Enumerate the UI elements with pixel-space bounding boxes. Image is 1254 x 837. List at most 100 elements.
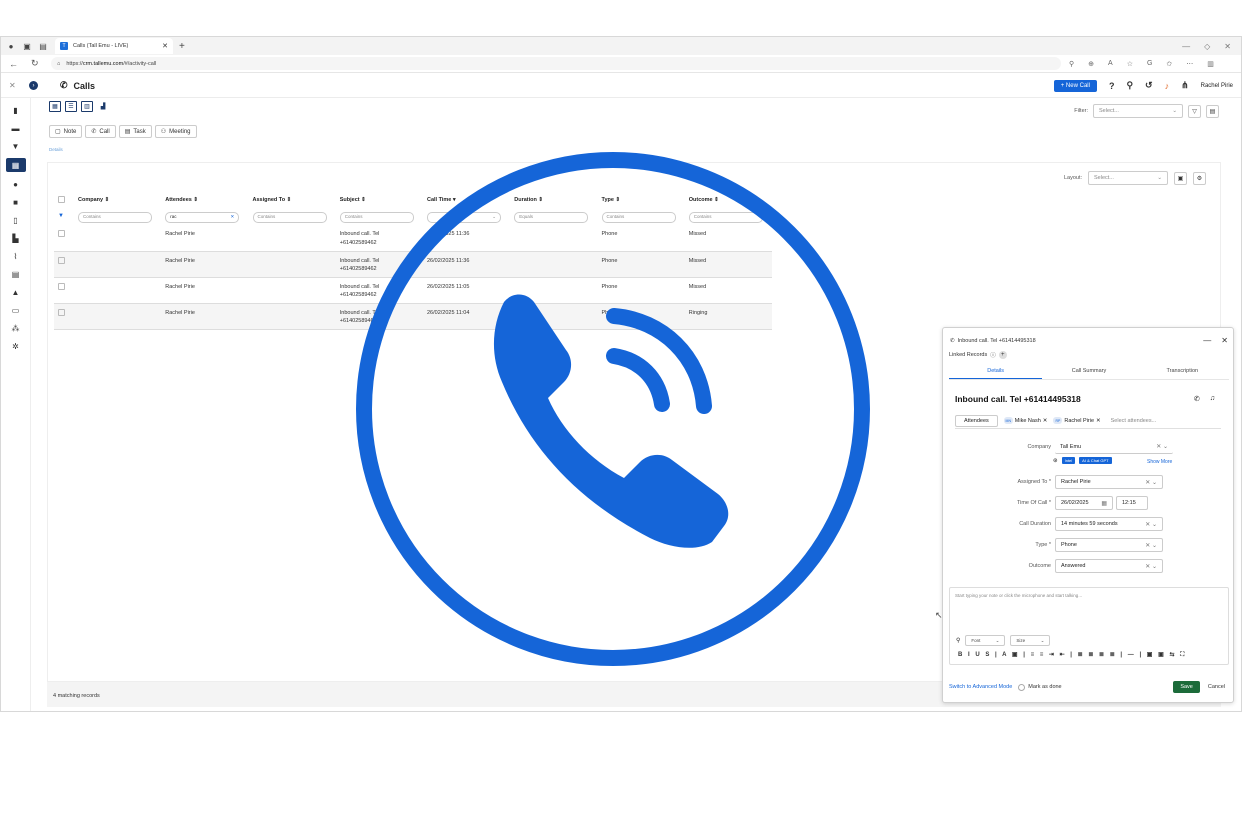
tab-call-summary[interactable]: Call Summary [1042,368,1135,379]
collapse-sidebar-icon[interactable]: › [29,81,38,90]
read-aloud-icon[interactable]: A [1108,60,1113,68]
close-window-icon[interactable]: ✕ [1224,42,1231,51]
history-icon[interactable]: ↺ [1145,80,1153,91]
sidebar-clipboard-icon[interactable]: ▤ [10,268,22,280]
close-icon[interactable]: ✕ [1221,336,1228,345]
clear-chevron-icon[interactable]: ✕ ⌄ [1145,542,1157,549]
sidebar-filter-icon[interactable]: ▼ [10,140,22,152]
filter-select[interactable]: Select... ⌄ [1093,104,1183,118]
call-title[interactable]: Inbound call. Tel +61414495318 [955,394,1081,404]
favorites-icon[interactable]: ✩ [1166,60,1172,68]
clear-filter-icon[interactable]: ✕ [230,214,234,221]
filter-funnel-icon[interactable]: ▼ [58,213,64,219]
font-select[interactable]: Font ⌄ [965,635,1006,646]
column-header-attendees[interactable]: Attendees ⇕ [161,191,248,209]
clear-chevron-icon[interactable]: ✕ ⌄ [1156,443,1168,450]
sidebar-chart-icon[interactable]: ⌇ [10,250,22,262]
export-icon[interactable]: ▤ [1206,104,1219,118]
calendar-icon[interactable]: ▦ [1101,500,1107,507]
meeting-button[interactable]: ⚇ Meeting [154,125,197,138]
column-header-assigned[interactable]: Assigned To ⇕ [249,191,336,209]
sparkle-icon[interactable]: ⊛ [1053,458,1058,464]
save-layout-icon[interactable]: ▣ [1174,171,1187,185]
gear-icon[interactable]: ⚙ [1193,171,1206,185]
bell-icon[interactable]: ♫ [1210,395,1215,403]
restore-icon[interactable]: ◇ [1204,42,1210,51]
sidebar-report-icon[interactable]: ▭ [10,304,22,316]
details-link[interactable]: Details [49,147,63,152]
minimize-icon[interactable]: — [1182,42,1190,51]
microphone-icon[interactable]: ⚲ [956,637,960,644]
duration-select[interactable]: 14 minutes 59 seconds ✕ ⌄ [1055,517,1163,531]
clear-chevron-icon[interactable]: ✕ ⌄ [1145,521,1157,528]
back-icon[interactable]: ← [9,59,23,69]
column-header-company[interactable]: Company ⇕ [74,191,161,209]
sidebar-calendar-icon[interactable]: ▦ [5,158,26,172]
sidebar-contacts-icon[interactable]: ▬ [10,122,22,134]
filter-input-attendees[interactable]: rac ✕ [165,211,240,223]
kanban-view-icon[interactable]: ▥ [81,101,93,112]
assigned-select[interactable]: Rachel Pirie ✕ ⌄ [1055,475,1163,489]
app-logo-icon[interactable]: ✕ [9,81,23,90]
tab-actions-icon[interactable]: ▤ [37,40,49,52]
editor-format-toolbar[interactable]: B I U S | A ▣ | ≡ ≡ ⇥ ⇤ | ≣ ≣ ≣ ≣ | — | … [958,651,1186,659]
chart-view-icon[interactable]: ▟ [97,101,109,112]
filter-input-company[interactable]: Contains [78,211,152,223]
note-button[interactable]: ▢ Note [49,125,83,138]
filter-input-assigned[interactable]: Contains [252,211,327,223]
address-bar[interactable]: ⌂ https://crm.tallemu.com/#/activity-cal… [51,57,1061,70]
clock-input[interactable]: 12:15 [1116,496,1148,510]
outcome-select[interactable]: Answered ✕ ⌄ [1055,559,1163,573]
date-input[interactable]: 26/02/2025 ▦ [1055,496,1113,510]
extension-icon[interactable]: G [1147,60,1152,68]
pin-icon[interactable]: ⚲ [1126,80,1133,91]
mark-done-radio[interactable] [1018,683,1026,691]
tab-details[interactable]: Details [949,368,1043,379]
refresh-icon[interactable]: ↻ [31,58,45,69]
row-checkbox[interactable] [58,256,65,264]
show-more-link[interactable]: Show More [1147,459,1172,465]
browser-tab[interactable]: T Calls (Tall Emu - LIVE) ✕ [55,38,173,54]
close-tab-icon[interactable]: ✕ [162,42,168,50]
layout-select[interactable]: Select... ⌄ [1088,171,1168,185]
call-button[interactable]: ✆ Call [85,125,116,138]
type-select[interactable]: Phone ✕ ⌄ [1055,538,1163,552]
clear-chevron-icon[interactable]: ✕ ⌄ [1145,563,1157,570]
attendee-chip[interactable]: RP Rachel Pirie ✕ [1053,417,1101,424]
sidebar-coin-icon[interactable]: ● [10,178,22,190]
row-checkbox[interactable] [58,282,65,290]
attendee-chip[interactable]: MN Mike Nash ✕ [1003,417,1048,424]
sidebar-briefcase-icon[interactable]: ■ [10,196,22,208]
new-tab-icon[interactable]: + [179,41,185,52]
favorite-star-icon[interactable]: ☆ [1127,60,1133,68]
task-button[interactable]: ▤ Task [118,125,152,138]
sidebar-toggle-icon[interactable]: ▥ [1207,60,1214,68]
extensions-icon[interactable]: ⋯ [1186,60,1193,68]
sidebar-document-icon[interactable]: ▯ [10,214,22,226]
save-button[interactable]: Save [1173,681,1200,693]
attendees-button[interactable]: Attendees [955,414,998,427]
select-all-checkbox[interactable] [58,195,65,203]
attendees-input[interactable]: Select attendees... [1111,418,1157,424]
sidebar-factory-icon[interactable]: ▙ [10,232,22,244]
ai-chatgpt-pill[interactable]: AI & Chat GPT [1079,457,1112,464]
clear-chevron-icon[interactable]: ✕ ⌄ [1145,479,1157,486]
org-chart-icon[interactable]: ⋔ [1181,80,1189,91]
size-select[interactable]: Size ⌄ [1010,635,1051,646]
intel-pill[interactable]: Intel [1061,457,1076,464]
phone-ringing-icon[interactable]: ✆ [1194,395,1200,403]
sidebar-settings-icon[interactable]: ✲ [10,340,22,352]
calendar-view-icon[interactable]: ▦ [49,101,61,112]
minimize-icon[interactable]: — [1203,336,1211,345]
company-select[interactable]: Tall Emu ✕ ⌄ [1055,440,1173,454]
sidebar-people-icon[interactable]: ⁂ [10,322,22,334]
new-call-button[interactable]: + New Call [1053,79,1097,92]
user-name[interactable]: Rachel Pirie [1201,83,1233,89]
list-view-icon[interactable]: ☰ [65,101,77,112]
notifications-icon[interactable]: ♪ [1165,81,1170,91]
remove-attendee-icon[interactable]: ✕ [1096,418,1101,424]
note-editor[interactable]: Start typing your note or click the micr… [949,587,1229,665]
remove-attendee-icon[interactable]: ✕ [1043,418,1048,424]
sidebar-graduation-icon[interactable]: ▲ [10,286,22,298]
advanced-mode-link[interactable]: Switch to Advanced Mode [949,684,1012,690]
